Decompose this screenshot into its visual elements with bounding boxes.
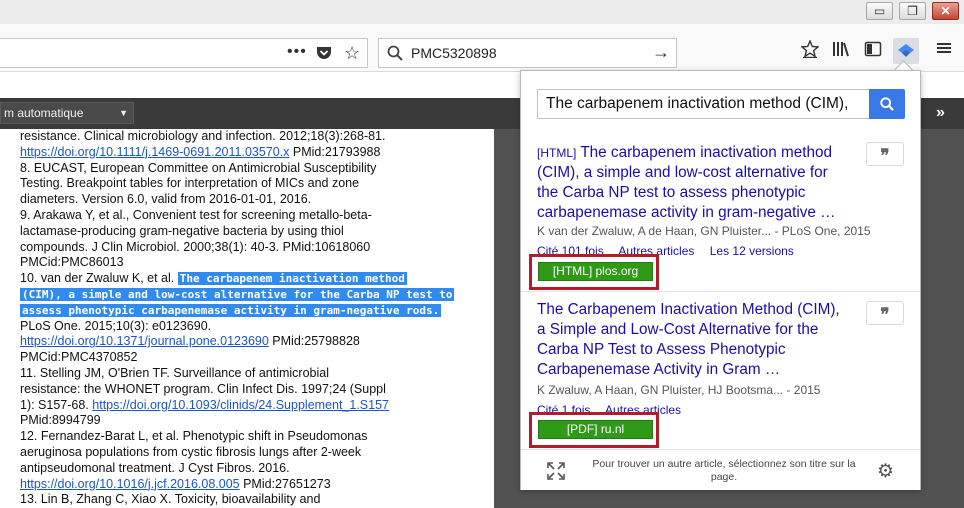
- result-title-line[interactable]: Carbapenemase Activity in Gram …: [537, 360, 780, 380]
- text-span: PMid:21793988: [289, 144, 381, 159]
- text-span: PMid:27651273: [239, 476, 331, 491]
- result-title-line[interactable]: the Carba NP test to assess phenotypic: [537, 183, 805, 203]
- document-line: PMCid:PMC4370852: [20, 350, 138, 365]
- document-line: 1): S157-68. https://doi.org/10.1093/cli…: [20, 398, 389, 413]
- document-line: PMCid:PMC86013: [20, 255, 124, 270]
- scholar-popup: The carbapenem inactivation method (CIM)…: [520, 70, 921, 490]
- document-line: resistance: the WHONET program. Clin Inf…: [20, 381, 386, 396]
- zoom-select[interactable]: m automatique ▼: [0, 102, 134, 124]
- document-line: 12. Fernandez-Barat L, et al. Phenotypic…: [20, 429, 368, 444]
- maximize-button[interactable]: ❐: [899, 2, 926, 20]
- gear-icon[interactable]: ⚙: [877, 460, 894, 483]
- doi-link[interactable]: https://doi.org/10.1093/clinids/24.Suppl…: [92, 398, 389, 412]
- scholar-search-button[interactable]: [869, 89, 905, 119]
- search-icon: [880, 97, 894, 111]
- fulltext-link[interactable]: [PDF] ru.nl: [538, 420, 653, 439]
- document-line: assess phenotypic carbapenemase activity…: [20, 303, 442, 318]
- doi-link[interactable]: https://doi.org/10.1371/journal.pone.012…: [20, 334, 269, 348]
- chevron-down-icon: ▼: [119, 108, 128, 118]
- double-chevron-right-icon[interactable]: »: [936, 104, 945, 122]
- fulltext-link[interactable]: [HTML] plos.org: [538, 262, 653, 281]
- result-title-line[interactable]: Carba NP Test to Assess Phenotypic: [537, 340, 786, 360]
- result-authors: K van der Zwaluw, A de Haan, GN Pluister…: [537, 224, 871, 238]
- document-page: resistance. Clinical microbiology and in…: [0, 129, 494, 508]
- result-authors: K Zwaluw, A Haan, GN Pluister, HJ Bootsm…: [537, 383, 821, 397]
- highlight-box: [HTML] plos.org: [529, 254, 659, 290]
- selected-text[interactable]: assess phenotypic carbapenemase activity…: [20, 303, 442, 317]
- menu-icon[interactable]: [933, 40, 955, 62]
- result-divider: [521, 291, 920, 292]
- cite-button[interactable]: ❞: [866, 142, 904, 166]
- library-icon[interactable]: [830, 40, 852, 62]
- scholar-search-input[interactable]: The carbapenem inactivation method (CIM)…: [537, 89, 871, 119]
- footer-hint: Pour trouver un autre article, sélection…: [592, 458, 856, 483]
- search-bar[interactable]: PMC5320898 →: [378, 38, 677, 68]
- search-input[interactable]: PMC5320898: [411, 45, 497, 61]
- url-bar[interactable]: ••• ☆: [0, 38, 368, 68]
- selected-text[interactable]: (CIM), a simple and low-cost alternative…: [20, 288, 455, 301]
- text-span: PMid:25798828: [268, 334, 360, 349]
- cite-button[interactable]: ❞: [866, 301, 904, 325]
- document-line: PLoS One. 2015;10(3): e0123690.: [20, 318, 212, 333]
- document-line: https://doi.org/10.1371/journal.pone.012…: [20, 334, 360, 349]
- document-line: aeruginosa populations from cystic fibro…: [20, 445, 362, 459]
- document-line: PMid:8994799: [20, 413, 101, 428]
- selected-text[interactable]: The carbapenem inactivation method: [177, 272, 407, 286]
- pocket-icon[interactable]: [316, 46, 332, 60]
- document-line: 11. Stelling JM, O'Brien TF. Surveillanc…: [20, 366, 329, 380]
- result-title-line[interactable]: a Simple and Low-Cost Alternative for th…: [537, 320, 818, 340]
- bookmark-add-icon[interactable]: [799, 39, 821, 62]
- result-title[interactable]: The Carbapenem Inactivation Method (CIM)…: [537, 300, 840, 320]
- page-actions-icon[interactable]: •••: [287, 43, 307, 61]
- browser-toolbar: ••• ☆ PMC5320898 →: [0, 24, 964, 72]
- doi-link[interactable]: https://doi.org/10.1111/j.1469-0691.2011…: [20, 145, 289, 159]
- document-line: (CIM), a simple and low-cost alternative…: [20, 287, 455, 302]
- result-title[interactable]: [HTML] The carbapenem inactivation metho…: [537, 143, 832, 163]
- close-window-button[interactable]: ✕: [932, 2, 959, 20]
- result-title-line[interactable]: (CIM), a simple and low-cost alternative…: [537, 163, 828, 183]
- window-titlebar: ▭ ❐ ✕: [0, 0, 964, 24]
- result-title-line[interactable]: carbapenemase activity in gram-negative …: [537, 203, 835, 223]
- document-line: antipseudomonal treatment. J Cyst Fibros…: [20, 460, 290, 475]
- text-span: 10. van der Zwaluw K, et al.: [20, 271, 178, 286]
- document-line: lactamase-producing gram-negative bacter…: [20, 223, 344, 238]
- document-line: 13. Lin B, Zhang C, Xiao X. Toxicity, bi…: [20, 492, 321, 507]
- doi-link[interactable]: https://doi.org/10.1016/j.jcf.2016.08.00…: [20, 477, 240, 491]
- document-line: resistance. Clinical microbiology and in…: [20, 129, 386, 143]
- sidebar-icon[interactable]: [862, 40, 884, 62]
- document-line: https://doi.org/10.1111/j.1469-0691.2011…: [20, 145, 380, 160]
- fullscreen-icon[interactable]: [547, 462, 565, 480]
- document-line: 10. van der Zwaluw K, et al. The carbape…: [20, 271, 407, 286]
- document-line: Testing. Breakpoint tables for interpret…: [20, 176, 360, 191]
- search-icon: [387, 45, 403, 61]
- scholar-extension-icon[interactable]: [893, 38, 919, 64]
- go-arrow-icon[interactable]: →: [652, 42, 670, 63]
- text-span: 1): S157-68.: [20, 397, 93, 412]
- document-line: 8. EUCAST, European Committee on Antimic…: [20, 160, 377, 175]
- document-line: 9. Arakawa Y, et al., Convenient test fo…: [20, 208, 372, 222]
- minimize-button[interactable]: ▭: [866, 2, 893, 20]
- popup-footer: Pour trouver un autre article, sélection…: [521, 449, 920, 490]
- bookmark-star-icon[interactable]: ☆: [344, 43, 360, 64]
- document-line: diameters. Version 6.0, valid from 2016-…: [20, 192, 312, 207]
- highlight-box: [PDF] ru.nl: [529, 412, 659, 448]
- document-line: https://doi.org/10.1016/j.jcf.2016.08.00…: [20, 477, 331, 492]
- document-line: compounds. J Clin Microbiol. 2000;38(1):…: [20, 239, 371, 254]
- versions-link[interactable]: Les 12 versions: [710, 244, 794, 258]
